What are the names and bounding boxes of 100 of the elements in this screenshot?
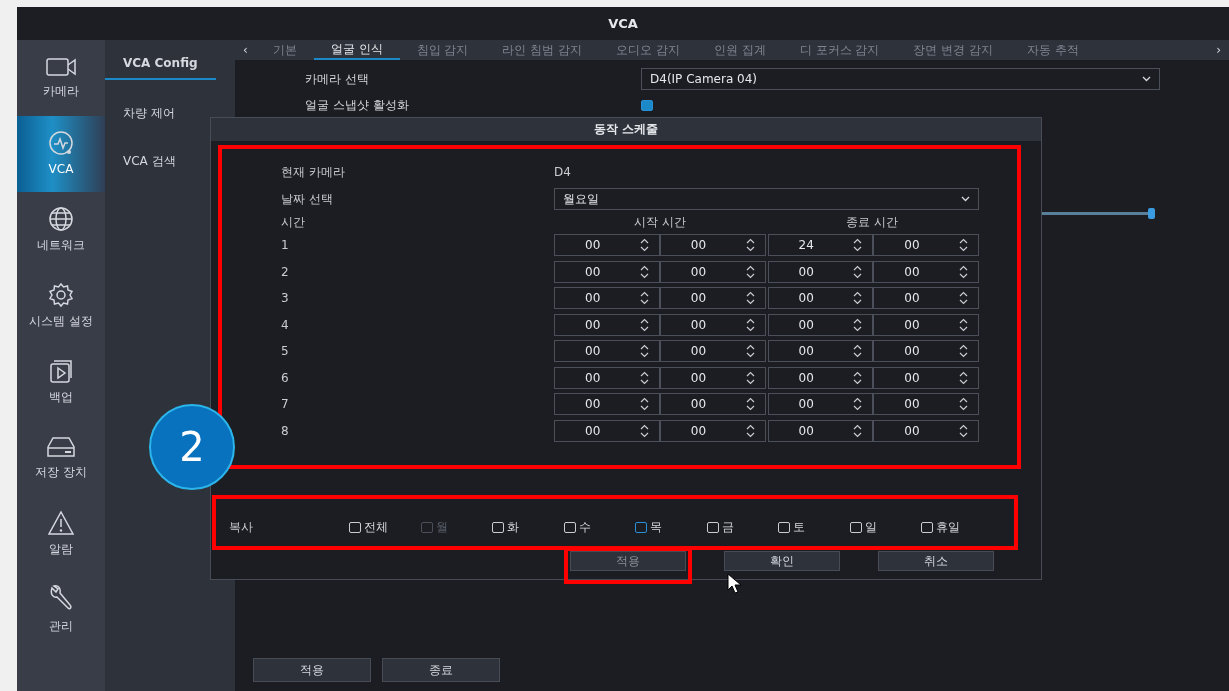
main-menu-item[interactable]: 관리 [17,572,105,648]
tab[interactable]: 자동 추적 [1010,40,1096,60]
slider-thumb[interactable] [1148,208,1155,219]
checkbox-option[interactable]: 화 [492,518,564,536]
chevron-left-button[interactable]: ‹ [235,41,256,59]
time-spinner[interactable]: 00 [554,313,660,336]
time-spinner[interactable]: 00 [767,313,874,336]
main-menu-item[interactable]: 카메라 [17,40,105,116]
date-select[interactable]: 월요일 [554,187,979,210]
tab[interactable]: 침입 감지 [399,40,486,60]
up-down-icon[interactable] [745,370,755,385]
time-spinner[interactable]: 00 [767,419,874,442]
up-down-icon[interactable] [745,423,755,438]
tab[interactable]: 디 포커스 감지 [782,40,897,60]
sub-menu-item[interactable]: 차량 제어 [105,98,193,128]
up-down-icon[interactable] [745,291,755,306]
dialog-button[interactable]: 확인 [724,551,840,571]
up-down-icon[interactable] [639,238,649,253]
main-menu-item[interactable]: 저장 장치 [17,420,105,496]
up-down-icon[interactable] [959,264,968,279]
time-spinner[interactable]: 00 [873,393,979,416]
sub-menu-item[interactable]: VCA 검색 [105,146,194,176]
up-down-icon[interactable] [745,397,755,412]
time-spinner[interactable]: 00 [554,287,660,310]
tab[interactable]: 기본 [255,40,314,60]
time-spinner[interactable]: 00 [873,419,979,442]
time-spinner[interactable]: 00 [873,313,979,336]
up-down-icon[interactable] [639,397,649,412]
checkbox-option[interactable]: 수 [563,518,635,536]
time-spinner[interactable]: 00 [873,287,979,310]
up-down-icon[interactable] [959,370,968,385]
checkbox-option[interactable]: 전체 [349,518,421,536]
checkbox[interactable] [641,99,653,111]
up-down-icon[interactable] [853,344,863,359]
camera-select[interactable]: D4(IP Camera 04) [641,68,1160,90]
up-down-icon[interactable] [853,370,863,385]
up-down-icon[interactable] [959,291,968,306]
up-down-icon[interactable] [639,291,649,306]
chevron-right-button[interactable]: › [1208,41,1229,59]
up-down-icon[interactable] [639,344,649,359]
tab[interactable]: 인원 집계 [696,40,783,60]
time-spinner[interactable]: 00 [767,366,874,389]
time-spinner[interactable]: 00 [659,340,766,363]
up-down-icon[interactable] [639,370,649,385]
up-down-icon[interactable] [745,317,755,332]
sub-menu-item[interactable]: VCA Config [105,48,216,80]
footer-button[interactable]: 적용 [253,658,371,682]
tab[interactable]: 라인 침범 감지 [485,40,600,60]
time-spinner[interactable]: 00 [873,260,979,283]
time-spinner[interactable]: 00 [659,313,766,336]
tab[interactable]: 얼굴 인식 [313,40,400,60]
up-down-icon[interactable] [959,344,968,359]
time-spinner[interactable]: 00 [767,260,874,283]
up-down-icon[interactable] [959,317,968,332]
checkbox-option[interactable]: 토 [778,518,850,536]
main-menu-item[interactable]: 백업 [17,344,105,420]
up-down-icon[interactable] [639,264,649,279]
checkbox-option[interactable]: 목 [635,518,707,536]
time-spinner[interactable]: 00 [659,287,766,310]
time-spinner[interactable]: 00 [659,393,766,416]
time-spinner[interactable]: 00 [659,419,766,442]
time-spinner[interactable]: 00 [767,340,874,363]
up-down-icon[interactable] [959,423,968,438]
time-spinner[interactable]: 00 [873,340,979,363]
main-menu-item[interactable]: 시스템 설정 [17,268,105,344]
time-spinner[interactable]: 00 [554,234,660,257]
time-spinner[interactable]: 00 [554,393,660,416]
footer-button[interactable]: 종료 [382,658,500,682]
time-spinner[interactable]: 00 [554,419,660,442]
checkbox-option[interactable]: 일 [849,518,921,536]
time-spinner[interactable]: 00 [767,287,874,310]
up-down-icon[interactable] [853,397,863,412]
tab[interactable]: 오디오 감지 [599,40,697,60]
up-down-icon[interactable] [745,344,755,359]
up-down-icon[interactable] [853,264,863,279]
up-down-icon[interactable] [853,238,863,253]
time-spinner[interactable]: 00 [554,366,660,389]
checkbox-option[interactable]: 휴일 [921,518,993,536]
up-down-icon[interactable] [959,238,968,253]
up-down-icon[interactable] [959,397,968,412]
main-menu-item[interactable]: 네트워크 [17,192,105,268]
time-spinner[interactable]: 24 [767,234,874,257]
checkbox[interactable] [635,521,647,533]
time-spinner[interactable]: 00 [659,366,766,389]
dialog-button[interactable]: 취소 [878,551,994,571]
main-menu-item[interactable]: 알람 [17,496,105,572]
main-menu-item[interactable]: VCA [17,116,105,192]
up-down-icon[interactable] [853,317,863,332]
time-spinner[interactable]: 00 [873,234,979,257]
time-spinner[interactable]: 00 [659,234,766,257]
up-down-icon[interactable] [745,264,755,279]
time-spinner[interactable]: 00 [873,366,979,389]
up-down-icon[interactable] [639,423,649,438]
checkbox-option[interactable]: 금 [706,518,778,536]
up-down-icon[interactable] [853,291,863,306]
up-down-icon[interactable] [745,238,755,253]
time-spinner[interactable]: 00 [554,340,660,363]
up-down-icon[interactable] [639,317,649,332]
time-spinner[interactable]: 00 [659,260,766,283]
up-down-icon[interactable] [853,423,863,438]
